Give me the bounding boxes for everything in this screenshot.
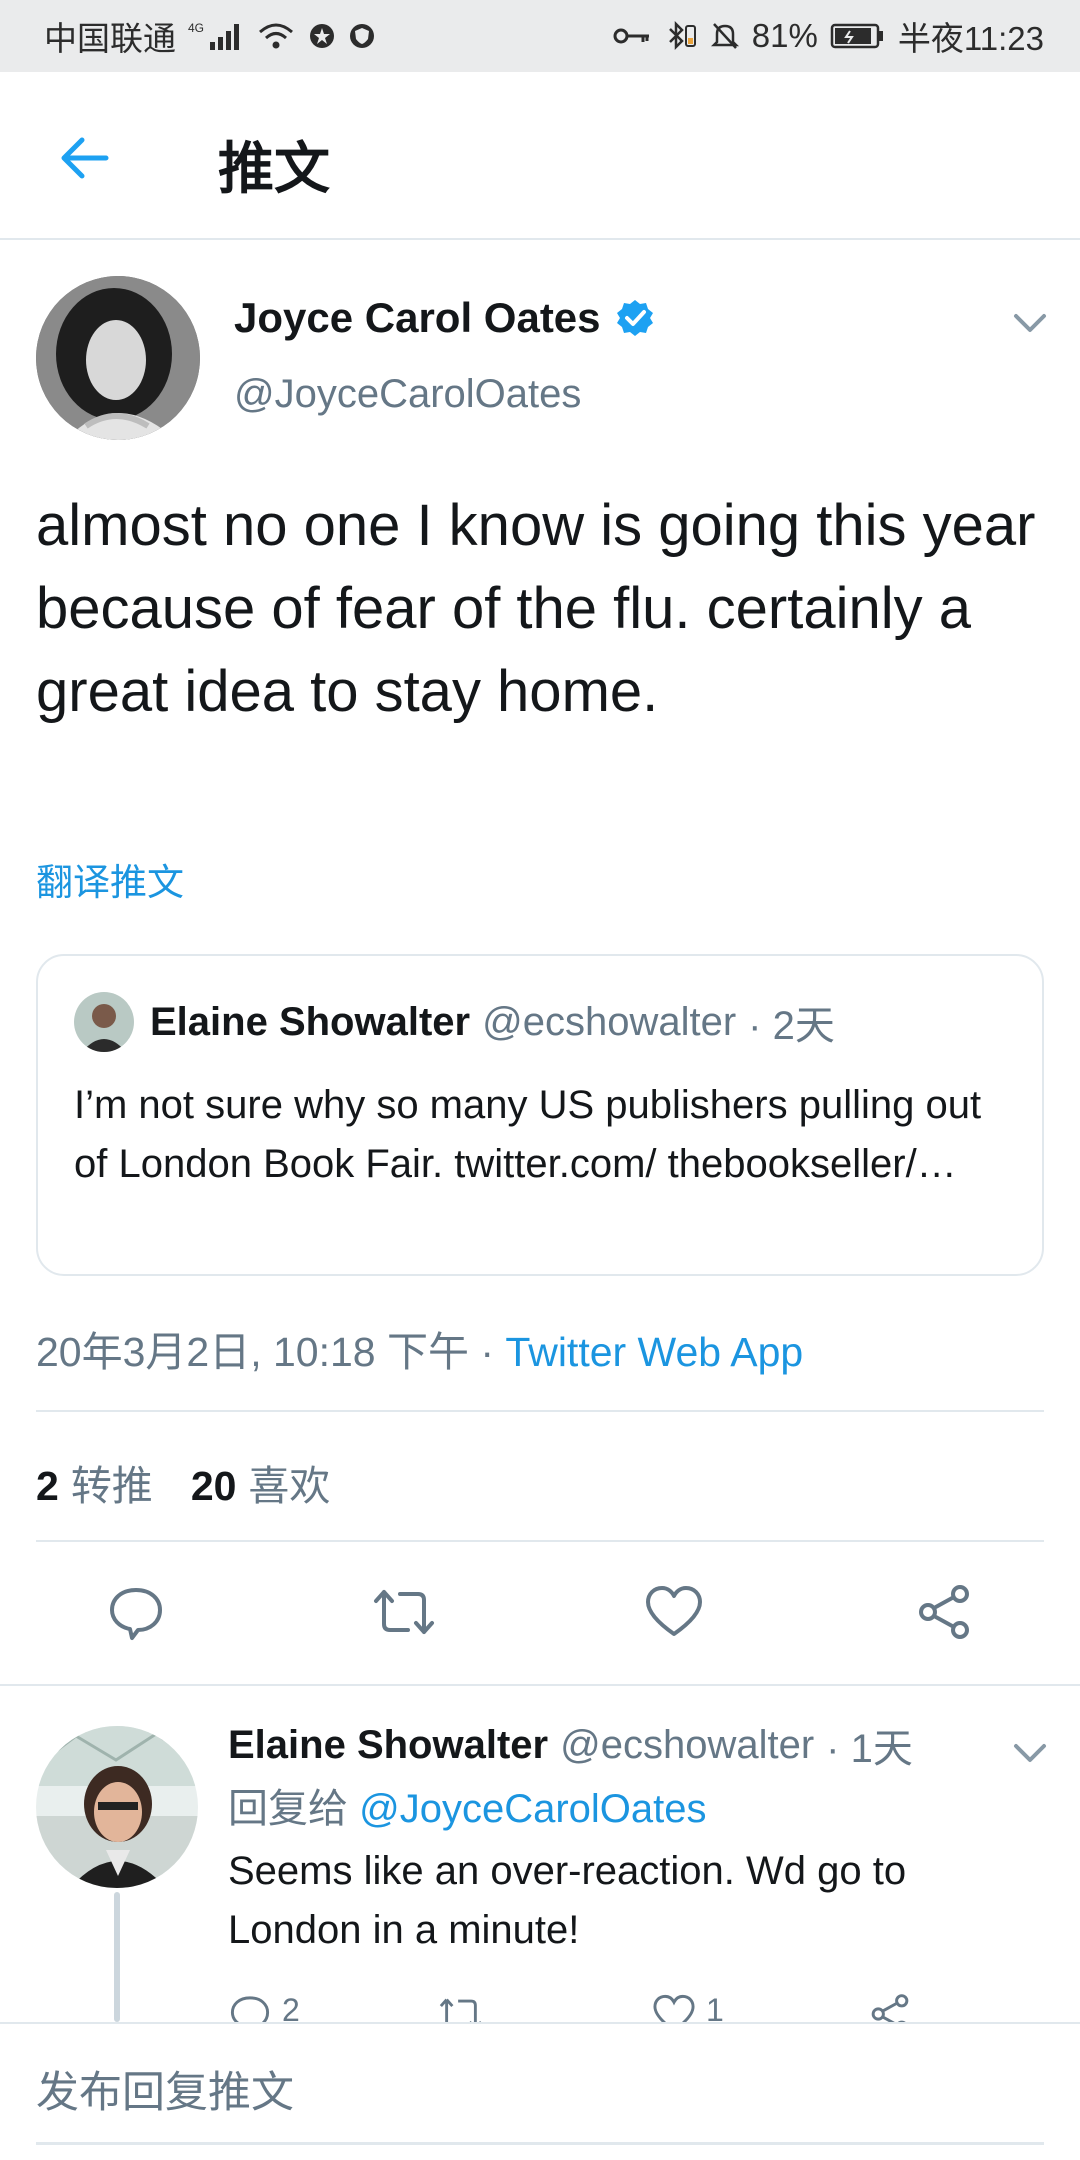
app-bar: 推文 — [0, 72, 1080, 240]
retweet-count: 2 — [36, 1463, 59, 1509]
verified-badge-icon — [616, 300, 653, 336]
section-separator — [0, 1684, 1080, 1686]
source-link[interactable]: Twitter Web App — [505, 1329, 803, 1375]
compose-reply-bar: 发布回复推文 — [0, 2022, 1080, 2160]
reply-retweet-button[interactable] — [438, 1992, 484, 2024]
battery-percent: 81% — [751, 17, 818, 54]
share-icon — [919, 1585, 969, 1639]
wifi-icon — [256, 20, 296, 52]
compose-reply-input[interactable]: 发布回复推文 — [36, 2058, 294, 2120]
page-title: 推文 — [218, 137, 330, 200]
reply-age: · 1天 — [826, 1727, 913, 1771]
quoted-tweet-card[interactable]: Elaine Showalter @ecshowalter · 2天 I’m n… — [36, 954, 1044, 1276]
tweet-text: almost no one I know is going this year … — [36, 493, 1036, 724]
retweet-icon — [374, 1590, 434, 1634]
reply-like-count: 1 — [706, 1992, 724, 2024]
heart-icon — [646, 1586, 702, 1636]
reply-reply-count: 2 — [282, 1992, 300, 2024]
app-notification-icon — [308, 22, 336, 50]
comment-icon — [110, 1588, 162, 1640]
translate-tweet-link[interactable]: 翻译推文 — [36, 852, 184, 906]
reply-author-avatar[interactable] — [36, 1726, 198, 1888]
arrow-left-icon — [61, 137, 109, 179]
status-bar: 中国联通 4G 81% 半夜11:23 — [0, 0, 1080, 72]
reply-share-button[interactable] — [868, 1992, 912, 2024]
reply-reply-button[interactable]: 2 — [228, 1992, 300, 2024]
quoted-author-avatar — [74, 992, 134, 1052]
like-label: 喜欢 — [248, 1463, 331, 1509]
like-button[interactable] — [642, 1580, 706, 1644]
comment-icon — [230, 1996, 270, 2024]
heart-icon — [653, 1994, 695, 2024]
reply-mention-link[interactable]: @JoyceCarolOates — [359, 1787, 706, 1831]
reply-author-handle[interactable]: @ecshowalter — [560, 1723, 814, 1768]
divider — [36, 1410, 1044, 1412]
signal-icon: 4G — [188, 20, 244, 52]
share-icon — [871, 1994, 909, 2024]
reply-to-line: 回复给 @JoyceCarolOates — [228, 1776, 707, 1834]
reply-header: Elaine Showalter @ecshowalter · 1天 — [228, 1716, 913, 1774]
reply-author-name[interactable]: Elaine Showalter — [228, 1723, 548, 1768]
chevron-down-icon[interactable] — [1010, 302, 1050, 342]
like-stat[interactable]: 20 喜欢 — [191, 1452, 331, 1512]
carrier-label: 中国联通 — [44, 20, 176, 57]
network-type-label: 4G — [188, 21, 204, 35]
author-name-text: Joyce Carol Oates — [234, 294, 601, 341]
bluetooth-icon — [664, 20, 698, 52]
author-avatar[interactable] — [36, 276, 200, 440]
author-name[interactable]: Joyce Carol Oates — [234, 294, 655, 342]
shield-notification-icon — [348, 22, 376, 50]
key-icon — [612, 24, 652, 48]
divider — [36, 1540, 1044, 1542]
timestamp-text: 20年3月2日, 10:18 下午 · — [36, 1329, 506, 1375]
chevron-down-icon[interactable] — [1010, 1732, 1050, 1772]
author-handle[interactable]: @JoyceCarolOates — [234, 372, 581, 417]
reply-text: Seems like an over-reaction. Wd go to Lo… — [228, 1849, 907, 1952]
quoted-author-name: Elaine Showalter — [150, 999, 471, 1044]
reply-button[interactable] — [104, 1580, 168, 1644]
quoted-tweet-text: I’m not sure why so many US publishers p… — [74, 1083, 982, 1186]
retweet-button[interactable] — [372, 1580, 436, 1644]
mute-bell-icon — [710, 20, 740, 52]
thread-line — [114, 1892, 120, 2022]
quoted-author-handle: @ecshowalter — [482, 999, 737, 1044]
battery-icon — [830, 22, 886, 50]
back-button[interactable] — [52, 126, 116, 190]
reply-to-prefix: 回复给 — [228, 1787, 360, 1831]
like-count: 20 — [190, 1463, 237, 1509]
quoted-tweet-age: · 2天 — [748, 1004, 835, 1048]
retweet-icon — [439, 1998, 483, 2024]
tweet-actions — [0, 1580, 1080, 1644]
clock: 半夜11:23 — [897, 20, 1044, 57]
reply-actions: 2 1 — [228, 1990, 1048, 2024]
compose-underline — [36, 2142, 1044, 2145]
share-button[interactable] — [912, 1580, 976, 1644]
engagement-stats: 2 转推 20 喜欢 — [36, 1452, 330, 1512]
retweet-stat[interactable]: 2 转推 — [36, 1452, 153, 1512]
reply-like-button[interactable]: 1 — [652, 1992, 724, 2024]
retweet-label: 转推 — [70, 1463, 153, 1509]
tweet-timestamp: 20年3月2日, 10:18 下午 · Twitter Web App — [36, 1318, 803, 1378]
